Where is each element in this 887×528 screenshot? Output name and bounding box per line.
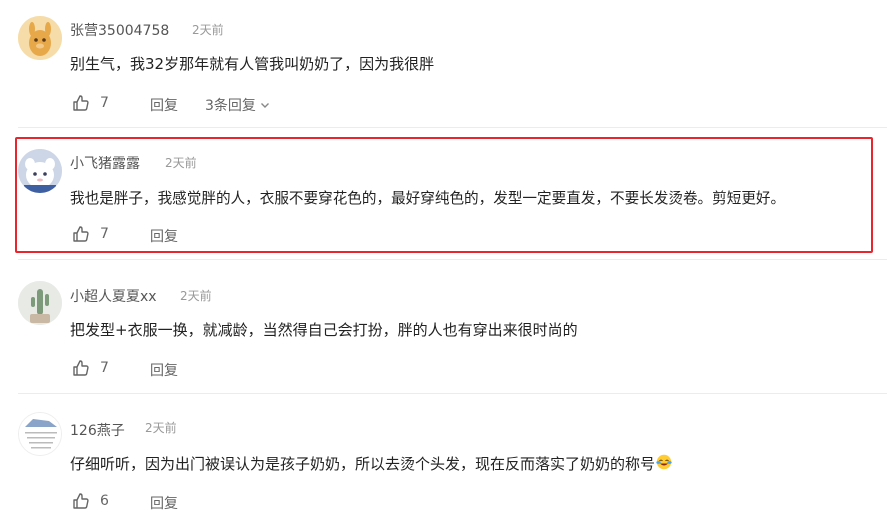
view-replies-button[interactable]: 3条回复 (205, 95, 270, 115)
reply-button[interactable]: 回复 (150, 493, 178, 513)
comment-time: 2天前 (165, 156, 197, 170)
avatar[interactable] (18, 16, 62, 60)
comment-username[interactable]: 小超人夏夏xx (70, 286, 157, 306)
like-count: 7 (100, 95, 109, 111)
reply-button[interactable]: 回复 (150, 360, 178, 380)
comment-text: 我也是胖子，我感觉胖的人，衣服不要穿花色的，最好穿纯色的，发型一定要直发，不要长… (70, 190, 786, 207)
like-count: 7 (100, 360, 109, 376)
avatar[interactable] (18, 412, 62, 456)
like-button[interactable]: 7 (72, 359, 109, 377)
chevron-down-icon (260, 100, 270, 110)
like-button[interactable]: 6 (72, 492, 109, 510)
comment-text: 别生气，我32岁那年就有人管我叫奶奶了，因为我很胖 (70, 55, 435, 73)
comment-username[interactable]: 小飞猪露露 (70, 153, 140, 173)
comment-text: 仔细听听，因为出门被误认为是孩子奶奶，所以去烫个头发，现在反而落实了奶奶的称号 (70, 455, 656, 473)
comment-time: 2天前 (180, 289, 212, 303)
like-button[interactable]: 7 (72, 94, 109, 112)
comment-username[interactable]: 126燕子 (70, 420, 125, 440)
thumbs-up-icon (72, 492, 90, 510)
comment-text-row: 仔细听听，因为出门被误认为是孩子奶奶，所以去烫个头发，现在反而落实了奶奶的称号 (70, 453, 672, 474)
comment-text: 把发型+衣服一换，就减龄，当然得自己会打扮，胖的人也有穿出来很时尚的 (70, 321, 578, 339)
like-count: 7 (100, 226, 109, 242)
comment-item: 小超人夏夏xx 2天前 把发型+衣服一换，就减龄，当然得自己会打扮，胖的人也有穿… (0, 260, 887, 394)
thumbs-up-icon (72, 225, 90, 243)
comment-item: 小飞猪露露 2天前 我也是胖子，我感觉胖的人，衣服不要穿花色的，最好穿纯色的，发… (0, 128, 887, 260)
reply-button[interactable]: 回复 (150, 95, 178, 115)
comment-time: 2天前 (192, 23, 224, 37)
face-with-tears-emoji-icon (656, 454, 672, 474)
like-count: 6 (100, 493, 109, 509)
comment-item: 126燕子 2天前 仔细听听，因为出门被误认为是孩子奶奶，所以去烫个头发，现在反… (0, 394, 887, 528)
replies-label: 3条回复 (205, 98, 256, 114)
comment-time: 2天前 (145, 421, 177, 435)
thumbs-up-icon (72, 359, 90, 377)
comment-item: 张营35004758 2天前 别生气，我32岁那年就有人管我叫奶奶了，因为我很胖… (0, 0, 887, 128)
reply-button[interactable]: 回复 (150, 226, 178, 246)
comment-username[interactable]: 张营35004758 (70, 20, 169, 40)
avatar[interactable] (18, 149, 62, 193)
avatar[interactable] (18, 281, 62, 325)
like-button[interactable]: 7 (72, 225, 109, 243)
thumbs-up-icon (72, 94, 90, 112)
